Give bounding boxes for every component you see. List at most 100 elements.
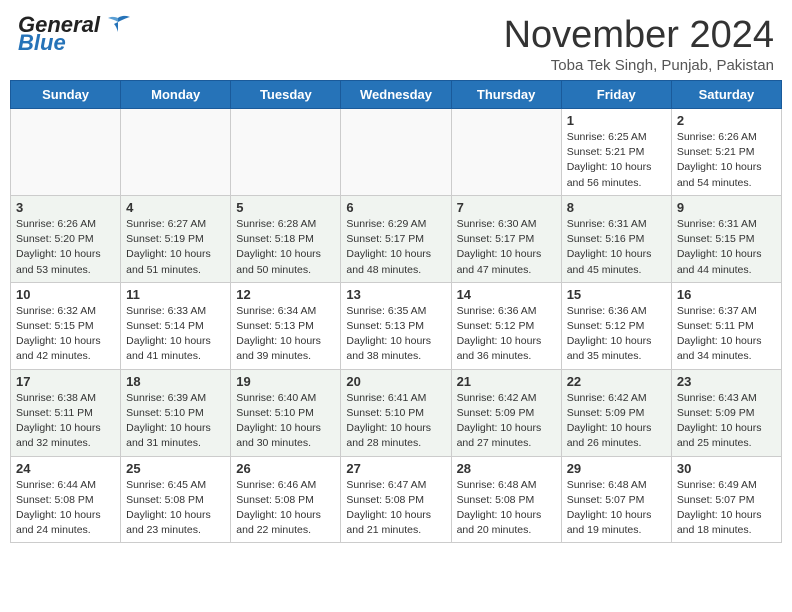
calendar-cell	[231, 109, 341, 196]
calendar-cell: 28 Sunrise: 6:48 AM Sunset: 5:08 PM Dayli…	[451, 456, 561, 543]
calendar-cell: 9 Sunrise: 6:31 AM Sunset: 5:15 PM Daylig…	[671, 195, 781, 282]
calendar-cell: 29Sunrise: 6:48 AM Sunset: 5:07 PM Dayli…	[561, 456, 671, 543]
calendar-cell: 20Sunrise: 6:41 AM Sunset: 5:10 PM Dayli…	[341, 369, 451, 456]
day-info: Sunrise: 6:25 AM Sunset: 5:21 PM Dayligh…	[567, 131, 652, 189]
day-number: 5	[236, 200, 335, 215]
calendar-cell: 16 Sunrise: 6:37 AM Sunset: 5:11 PM Dayli…	[671, 282, 781, 369]
calendar-cell	[341, 109, 451, 196]
calendar-cell: 18 Sunrise: 6:39 AM Sunset: 5:10 PM Dayli…	[121, 369, 231, 456]
logo-blue-text: Blue	[18, 32, 66, 54]
day-info: Sunrise: 6:42 AM Sunset: 5:09 PM Dayligh…	[457, 392, 542, 450]
header-sunday: Sunday	[11, 81, 121, 109]
day-number: 18	[126, 374, 225, 389]
day-number: 14	[457, 287, 556, 302]
calendar-table: Sunday Monday Tuesday Wednesday Thursday…	[10, 80, 782, 543]
logo: General Blue	[18, 14, 132, 54]
page-header: General Blue November 2024 Toba Tek Sing…	[0, 0, 792, 80]
day-info: Sunrise: 6:31 AM Sunset: 5:15 PM Dayligh…	[677, 218, 762, 276]
calendar-cell: 22Sunrise: 6:42 AM Sunset: 5:09 PM Dayli…	[561, 369, 671, 456]
title-section: November 2024 Toba Tek Singh, Punjab, Pa…	[504, 14, 774, 74]
day-number: 15	[567, 287, 666, 302]
day-info: Sunrise: 6:40 AM Sunset: 5:10 PM Dayligh…	[236, 392, 321, 450]
calendar-cell: 5Sunrise: 6:28 AM Sunset: 5:18 PM Daylig…	[231, 195, 341, 282]
calendar-cell: 11 Sunrise: 6:33 AM Sunset: 5:14 PM Dayli…	[121, 282, 231, 369]
calendar-cell: 13Sunrise: 6:35 AM Sunset: 5:13 PM Dayli…	[341, 282, 451, 369]
day-info: Sunrise: 6:33 AM Sunset: 5:14 PM Dayligh…	[126, 305, 211, 363]
day-number: 13	[346, 287, 445, 302]
day-number: 12	[236, 287, 335, 302]
location-subtitle: Toba Tek Singh, Punjab, Pakistan	[504, 57, 774, 74]
day-info: Sunrise: 6:39 AM Sunset: 5:10 PM Dayligh…	[126, 392, 211, 450]
day-info: Sunrise: 6:30 AM Sunset: 5:17 PM Dayligh…	[457, 218, 542, 276]
day-info: Sunrise: 6:27 AM Sunset: 5:19 PM Dayligh…	[126, 218, 211, 276]
day-number: 11	[126, 287, 225, 302]
day-number: 4	[126, 200, 225, 215]
header-wednesday: Wednesday	[341, 81, 451, 109]
day-info: Sunrise: 6:43 AM Sunset: 5:09 PM Dayligh…	[677, 392, 762, 450]
calendar-cell: 30Sunrise: 6:49 AM Sunset: 5:07 PM Dayli…	[671, 456, 781, 543]
calendar-cell	[11, 109, 121, 196]
calendar-cell: 6Sunrise: 6:29 AM Sunset: 5:17 PM Daylig…	[341, 195, 451, 282]
calendar-cell: 15 Sunrise: 6:36 AM Sunset: 5:12 PM Dayli…	[561, 282, 671, 369]
calendar-week-row: 24Sunrise: 6:44 AM Sunset: 5:08 PM Dayli…	[11, 456, 782, 543]
day-number: 2	[677, 113, 776, 128]
header-friday: Friday	[561, 81, 671, 109]
calendar-cell: 24Sunrise: 6:44 AM Sunset: 5:08 PM Dayli…	[11, 456, 121, 543]
calendar-cell: 3 Sunrise: 6:26 AM Sunset: 5:20 PM Daylig…	[11, 195, 121, 282]
calendar-week-row: 17 Sunrise: 6:38 AM Sunset: 5:11 PM Dayli…	[11, 369, 782, 456]
month-year-title: November 2024	[504, 14, 774, 57]
calendar-cell: 1 Sunrise: 6:25 AM Sunset: 5:21 PM Daylig…	[561, 109, 671, 196]
day-number: 25	[126, 461, 225, 476]
day-info: Sunrise: 6:41 AM Sunset: 5:10 PM Dayligh…	[346, 392, 431, 450]
calendar-week-row: 3 Sunrise: 6:26 AM Sunset: 5:20 PM Daylig…	[11, 195, 782, 282]
calendar-header-row: Sunday Monday Tuesday Wednesday Thursday…	[11, 81, 782, 109]
day-info: Sunrise: 6:36 AM Sunset: 5:12 PM Dayligh…	[567, 305, 652, 363]
calendar-cell: 4 Sunrise: 6:27 AM Sunset: 5:19 PM Daylig…	[121, 195, 231, 282]
day-number: 16	[677, 287, 776, 302]
day-info: Sunrise: 6:26 AM Sunset: 5:21 PM Dayligh…	[677, 131, 762, 189]
calendar-cell: 25 Sunrise: 6:45 AM Sunset: 5:08 PM Dayli…	[121, 456, 231, 543]
day-number: 26	[236, 461, 335, 476]
calendar-cell: 14 Sunrise: 6:36 AM Sunset: 5:12 PM Dayli…	[451, 282, 561, 369]
day-info: Sunrise: 6:32 AM Sunset: 5:15 PM Dayligh…	[16, 305, 101, 363]
calendar-cell: 23 Sunrise: 6:43 AM Sunset: 5:09 PM Dayli…	[671, 369, 781, 456]
day-info: Sunrise: 6:48 AM Sunset: 5:08 PM Dayligh…	[457, 479, 542, 537]
day-number: 7	[457, 200, 556, 215]
header-saturday: Saturday	[671, 81, 781, 109]
calendar-cell: 8Sunrise: 6:31 AM Sunset: 5:16 PM Daylig…	[561, 195, 671, 282]
day-info: Sunrise: 6:31 AM Sunset: 5:16 PM Dayligh…	[567, 218, 652, 276]
day-info: Sunrise: 6:36 AM Sunset: 5:12 PM Dayligh…	[457, 305, 542, 363]
day-number: 27	[346, 461, 445, 476]
calendar-cell: 2 Sunrise: 6:26 AM Sunset: 5:21 PM Daylig…	[671, 109, 781, 196]
logo-bird-icon	[104, 14, 132, 36]
day-info: Sunrise: 6:26 AM Sunset: 5:20 PM Dayligh…	[16, 218, 101, 276]
day-number: 3	[16, 200, 115, 215]
calendar-cell	[121, 109, 231, 196]
header-thursday: Thursday	[451, 81, 561, 109]
day-number: 9	[677, 200, 776, 215]
day-number: 30	[677, 461, 776, 476]
page-wrapper: General Blue November 2024 Toba Tek Sing…	[0, 0, 792, 612]
calendar-cell: 27Sunrise: 6:47 AM Sunset: 5:08 PM Dayli…	[341, 456, 451, 543]
day-info: Sunrise: 6:48 AM Sunset: 5:07 PM Dayligh…	[567, 479, 652, 537]
calendar-week-row: 10 Sunrise: 6:32 AM Sunset: 5:15 PM Dayli…	[11, 282, 782, 369]
day-info: Sunrise: 6:45 AM Sunset: 5:08 PM Dayligh…	[126, 479, 211, 537]
day-number: 1	[567, 113, 666, 128]
calendar-cell: 19Sunrise: 6:40 AM Sunset: 5:10 PM Dayli…	[231, 369, 341, 456]
calendar-cell	[451, 109, 561, 196]
day-info: Sunrise: 6:34 AM Sunset: 5:13 PM Dayligh…	[236, 305, 321, 363]
day-number: 24	[16, 461, 115, 476]
day-info: Sunrise: 6:42 AM Sunset: 5:09 PM Dayligh…	[567, 392, 652, 450]
header-tuesday: Tuesday	[231, 81, 341, 109]
day-number: 21	[457, 374, 556, 389]
day-number: 28	[457, 461, 556, 476]
day-number: 6	[346, 200, 445, 215]
day-info: Sunrise: 6:38 AM Sunset: 5:11 PM Dayligh…	[16, 392, 101, 450]
day-info: Sunrise: 6:37 AM Sunset: 5:11 PM Dayligh…	[677, 305, 762, 363]
calendar-week-row: 1 Sunrise: 6:25 AM Sunset: 5:21 PM Daylig…	[11, 109, 782, 196]
day-number: 23	[677, 374, 776, 389]
day-number: 10	[16, 287, 115, 302]
calendar-cell: 10 Sunrise: 6:32 AM Sunset: 5:15 PM Dayli…	[11, 282, 121, 369]
day-number: 17	[16, 374, 115, 389]
calendar-cell: 21 Sunrise: 6:42 AM Sunset: 5:09 PM Dayli…	[451, 369, 561, 456]
